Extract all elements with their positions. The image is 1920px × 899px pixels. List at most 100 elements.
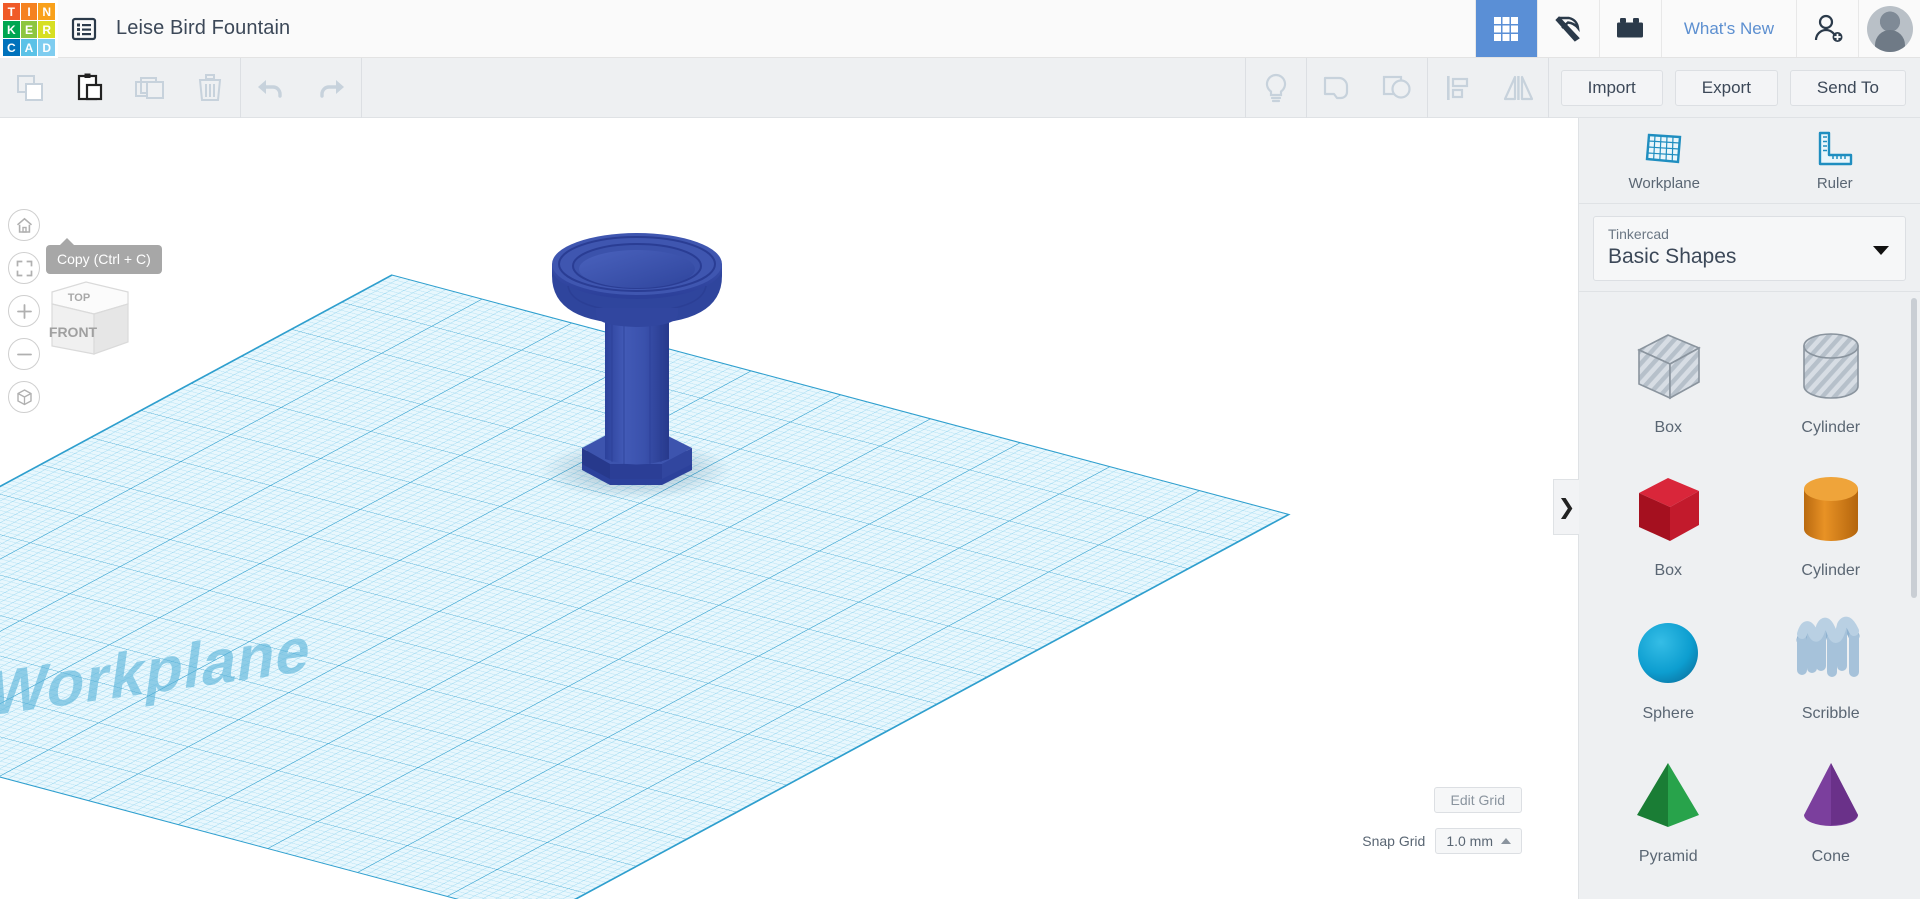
redo-icon: [320, 79, 344, 98]
bird-fountain-model[interactable]: [0, 118, 1578, 899]
import-button[interactable]: Import: [1560, 69, 1663, 106]
delete-button[interactable]: [180, 58, 240, 118]
collection-selected-label: Basic Shapes: [1608, 245, 1737, 268]
avatar[interactable]: [1866, 5, 1913, 52]
snap-grid-control: Snap Grid 1.0 mm: [1362, 828, 1522, 854]
duplicate-button[interactable]: [120, 58, 180, 118]
shape-cylinder-hole[interactable]: Cylinder: [1750, 306, 1913, 449]
collapse-panel-button[interactable]: ❯: [1553, 479, 1579, 535]
orthographic-toggle-button[interactable]: [8, 381, 40, 413]
home-view-button[interactable]: [8, 209, 40, 241]
nav-minecraft[interactable]: [1536, 0, 1599, 57]
shape-box-solid[interactable]: Box: [1587, 449, 1750, 592]
tinkercad-logo[interactable]: T I N K E R C A D: [0, 0, 58, 58]
view-cube[interactable]: TOP FRONT: [38, 268, 134, 360]
shape-label: Cylinder: [1801, 418, 1861, 436]
shape-art: [1625, 605, 1711, 701]
shape-art: [1788, 319, 1874, 415]
export-button[interactable]: Export: [1674, 69, 1778, 106]
plus-icon: [16, 303, 32, 319]
trash-icon: [198, 73, 222, 101]
ruler-tool[interactable]: Ruler: [1750, 118, 1920, 203]
sphere-icon: [1638, 622, 1699, 683]
shape-box-hole[interactable]: Box: [1587, 306, 1750, 449]
shape-label: Cylinder: [1801, 561, 1861, 579]
workplane-icon: [1645, 133, 1682, 164]
design-viewport[interactable]: Workplane TOP FRONT Copy (Ctrl + C) Edit…: [0, 118, 1578, 899]
invite-button[interactable]: [1796, 0, 1858, 57]
whats-new-link[interactable]: What's New: [1660, 0, 1796, 57]
grid-icon: [1494, 16, 1519, 41]
toolbar-divider-6: [1547, 57, 1549, 118]
paste-button[interactable]: [60, 58, 120, 118]
copy-icon: [17, 74, 43, 101]
designs-list-button[interactable]: [58, 0, 110, 57]
shape-art: [1788, 462, 1874, 558]
shape-collection-dropdown[interactable]: Tinkercad Basic Shapes: [1593, 216, 1906, 281]
copy-button[interactable]: [0, 58, 60, 118]
shapes-scrollbar[interactable]: [1911, 298, 1917, 598]
scribble-icon: [1796, 616, 1860, 677]
account-menu-button[interactable]: [1858, 0, 1920, 57]
group-button[interactable]: [1307, 58, 1367, 118]
fountain-column: [605, 318, 669, 465]
nav-blocks[interactable]: [1598, 0, 1661, 57]
workplane-tool-label: Workplane: [1628, 175, 1700, 192]
shape-pyramid[interactable]: Pyramid: [1587, 735, 1750, 878]
logo-cell-i: I: [20, 3, 38, 20]
shape-label: Pyramid: [1638, 847, 1698, 865]
ruler-icon: [1818, 131, 1852, 166]
logo-cell-d: D: [38, 39, 55, 56]
shape-scribble[interactable]: Scribble: [1750, 592, 1913, 735]
workplane-tool[interactable]: Workplane: [1579, 118, 1750, 203]
edit-grid-button[interactable]: Edit Grid: [1433, 787, 1522, 813]
toolbar-divider-2: [361, 57, 362, 118]
page-title: Leise Bird Fountain: [116, 17, 291, 39]
shape-art: [1625, 319, 1711, 415]
cylinder-solid-icon: [1803, 476, 1858, 541]
snap-grid-select[interactable]: 1.0 mm: [1435, 828, 1522, 854]
lightbulb-icon: [1265, 73, 1286, 102]
logo-cell-a: A: [20, 39, 38, 56]
paste-icon: [77, 73, 103, 100]
pyramid-icon: [1637, 762, 1700, 827]
snap-grid-value: 1.0 mm: [1446, 833, 1493, 849]
app-header: T I N K E R C A D Leise Bird Fountain Wh…: [0, 0, 1920, 58]
shapes-grid: Box Cylinder Box Cylinder Sphere Scribbl…: [1579, 292, 1920, 878]
snap-grid-label: Snap Grid: [1362, 833, 1426, 849]
chevron-down-icon: [1873, 245, 1889, 255]
shape-art: [1788, 748, 1874, 844]
shapes-scroll-area[interactable]: Box Cylinder Box Cylinder Sphere Scribbl…: [1579, 291, 1920, 899]
shape-cylinder-solid[interactable]: Cylinder: [1750, 449, 1913, 592]
align-button[interactable]: [1428, 58, 1488, 118]
add-person-icon: [1814, 14, 1842, 42]
fountain-bowl: [552, 233, 722, 327]
undo-icon: [258, 79, 282, 98]
cone-icon: [1803, 762, 1858, 826]
collection-source-label: Tinkercad: [1608, 226, 1669, 242]
shape-sphere[interactable]: Sphere: [1587, 592, 1750, 735]
logo-cell-k: K: [3, 21, 20, 38]
shape-art: [1625, 748, 1711, 844]
nav-3d-designs[interactable]: [1474, 0, 1537, 57]
zoom-out-button[interactable]: [8, 338, 40, 370]
zoom-in-button[interactable]: [8, 295, 40, 327]
shape-cone[interactable]: Cone: [1750, 735, 1913, 878]
brick-icon: [1617, 17, 1644, 37]
align-icon: [1446, 75, 1468, 100]
notes-button[interactable]: [1246, 58, 1306, 118]
undo-button[interactable]: [241, 58, 301, 118]
fit-to-view-button[interactable]: [8, 252, 40, 284]
logo-cell-r: R: [38, 21, 55, 38]
home-icon: [16, 217, 32, 233]
send-to-button[interactable]: Send To: [1789, 69, 1906, 106]
shape-art: [1625, 462, 1711, 558]
edit-toolbar: Import Export Send To: [0, 57, 1920, 118]
shape-label: Sphere: [1642, 704, 1695, 722]
ungroup-button[interactable]: [1367, 58, 1427, 118]
shape-label: Box: [1654, 561, 1683, 579]
logo-cell-n: N: [38, 3, 55, 20]
tinkercad-app: T I N K E R C A D Leise Bird Fountain Wh…: [0, 0, 1920, 899]
redo-button[interactable]: [301, 58, 361, 118]
mirror-button[interactable]: [1488, 58, 1548, 118]
